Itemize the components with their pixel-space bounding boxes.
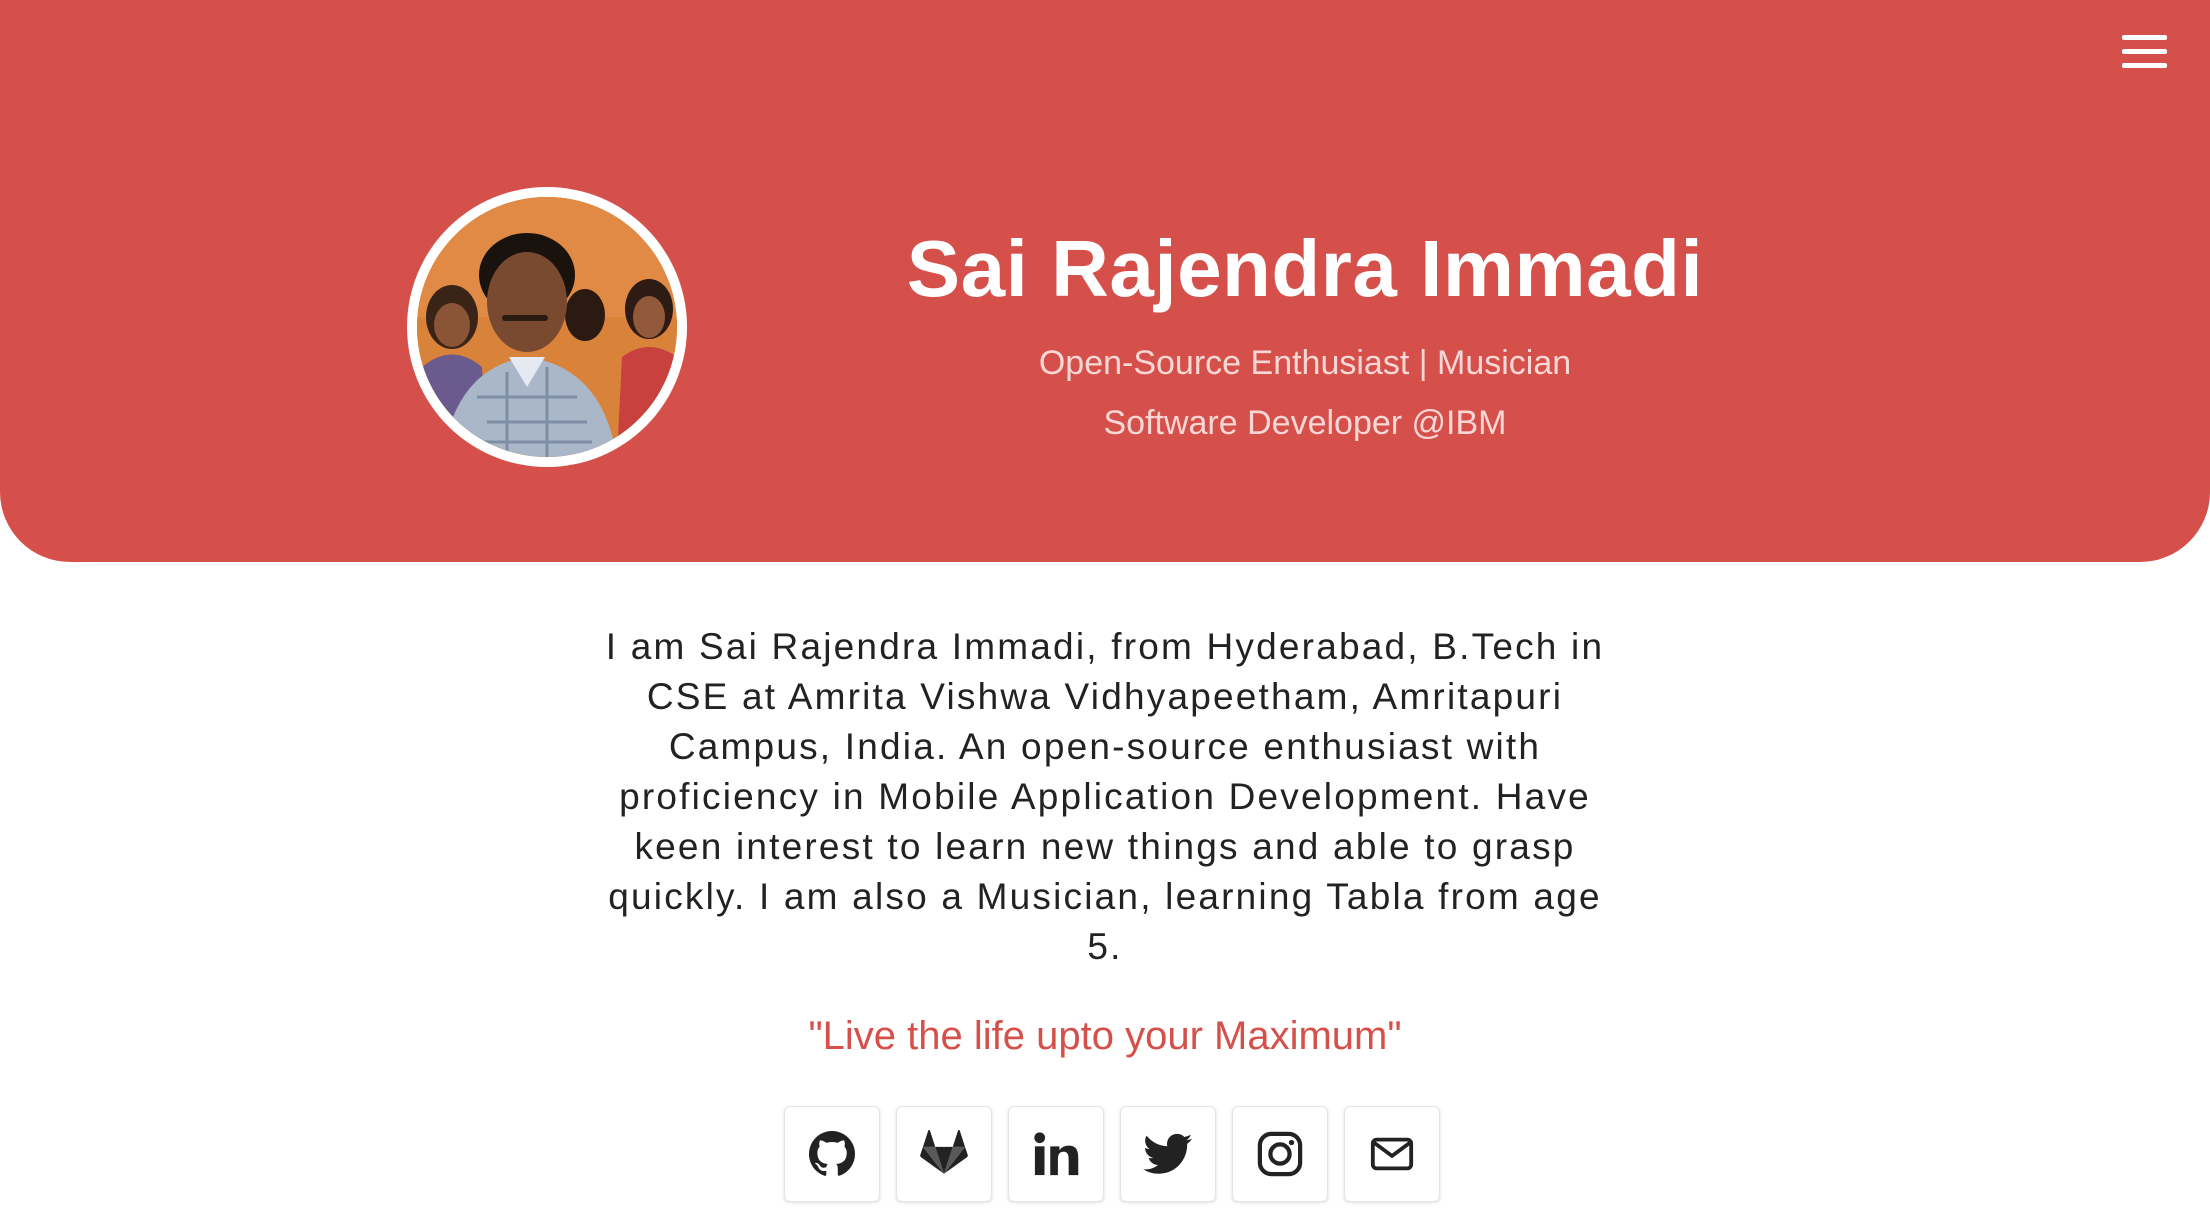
tagline-roles: Open-Source Enthusiast | Musician	[1038, 344, 1572, 382]
gitlab-button[interactable]	[896, 1106, 992, 1202]
mail-button[interactable]	[1344, 1106, 1440, 1202]
instagram-button[interactable]	[1232, 1106, 1328, 1202]
social-links	[784, 1106, 1456, 1202]
motto-quote: "Live the life upto your Maximum"	[808, 1014, 1402, 1058]
twitter-button[interactable]	[1120, 1106, 1216, 1202]
bio-text: I am Sai Rajendra Immadi, from Hyderabad…	[605, 626, 1605, 967]
mail-icon	[1370, 1137, 1414, 1171]
github-icon	[809, 1131, 855, 1176]
profile-tagline: Open-Source Enthusiast | Musician Softwa…	[830, 333, 1780, 453]
profile-name: Sai Rajendra Immadi	[906, 224, 1704, 313]
profile-photo	[417, 197, 677, 457]
avatar-ring	[407, 187, 687, 467]
gitlab-icon	[920, 1130, 968, 1174]
instagram-icon	[1257, 1131, 1303, 1177]
github-button[interactable]	[784, 1106, 880, 1202]
twitter-icon	[1143, 1133, 1193, 1174]
tagline-job: Software Developer @IBM	[1103, 404, 1507, 442]
profile-header: Sai Rajendra Immadi Open-Source Enthusia…	[0, 0, 2210, 562]
linkedin-icon	[1034, 1132, 1079, 1176]
hamburger-menu-icon[interactable]	[2120, 32, 2170, 72]
avatar	[417, 197, 677, 457]
linkedin-button[interactable]	[1008, 1106, 1104, 1202]
